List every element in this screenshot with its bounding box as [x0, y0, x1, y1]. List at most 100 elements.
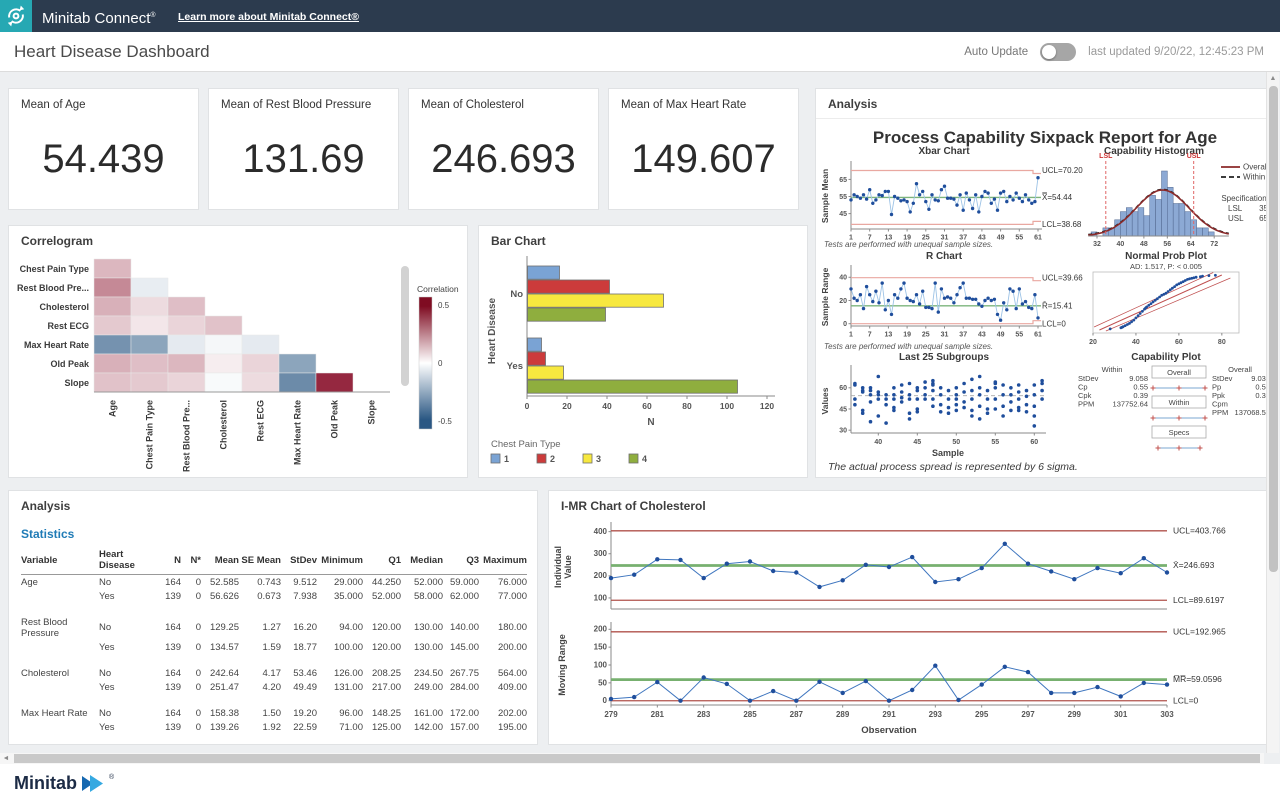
svg-text:USL: USL	[1228, 214, 1244, 223]
stat-cell: 0	[181, 615, 201, 640]
svg-text:UCL=39.66: UCL=39.66	[1042, 273, 1083, 282]
stat-cell: 0	[181, 575, 201, 590]
svg-text:Overall: Overall	[1228, 365, 1252, 374]
footer-brand-text: Minitab	[14, 773, 77, 794]
minitab-arrow-icon	[82, 775, 104, 792]
kpi-value: 246.693	[409, 137, 598, 182]
svg-text:Value: Value	[563, 555, 573, 579]
svg-text:LSL: LSL	[1099, 153, 1113, 160]
minitab-footer-logo: Minitab ®	[14, 773, 114, 794]
table-row: Yes1390134.571.5918.77100.00120.00130.00…	[21, 640, 527, 654]
stat-cell: 58.000	[401, 589, 443, 603]
stat-cell: 77.000	[479, 589, 527, 603]
svg-text:150: 150	[594, 643, 608, 652]
svg-text:55: 55	[1015, 332, 1023, 339]
svg-text:UCL=70.20: UCL=70.20	[1042, 166, 1083, 175]
panel-title: Bar Chart	[491, 234, 546, 248]
svg-text:299: 299	[1068, 710, 1082, 719]
auto-update-toggle[interactable]	[1040, 43, 1076, 61]
header-controls: Auto Update last updated 9/20/22, 12:45:…	[964, 32, 1264, 72]
stat-cell: 0	[181, 720, 201, 734]
stat-cell: 35.000	[317, 589, 363, 603]
stat-cell: 139.26	[201, 720, 239, 734]
svg-text:80: 80	[1218, 339, 1226, 346]
kpi-label: Mean of Max Heart Rate	[621, 99, 746, 111]
registered-mark: ®	[150, 12, 155, 19]
learn-more-link[interactable]: Learn more about Minitab Connect®	[178, 0, 359, 32]
process-capability-sixpack-chart: Process Capability Sixpack Report for Ag…	[816, 119, 1274, 477]
svg-text:No: No	[510, 289, 523, 300]
svg-text:Observation: Observation	[861, 725, 917, 736]
svg-text:X̿=54.44: X̿=54.44	[1042, 193, 1073, 202]
svg-text:297: 297	[1021, 710, 1035, 719]
svg-text:Correlation: Correlation	[417, 284, 459, 294]
stat-variable: Age	[21, 575, 99, 590]
scroll-left-arrow-icon[interactable]: ◄	[0, 753, 12, 764]
imr-chart-panel: I-MR Chart of Cholesterol 100200300400UC…	[548, 490, 1272, 745]
stat-cell: No	[99, 575, 157, 590]
svg-text:32: 32	[1093, 241, 1101, 248]
vertical-scroll-thumb[interactable]	[1269, 86, 1278, 572]
horizontal-scrollbar[interactable]: ◄	[0, 753, 1264, 764]
svg-text:65: 65	[839, 177, 847, 184]
spacer-row	[21, 654, 527, 666]
correlogram-svg: Chest Pain TypeRest Blood Pre...Choleste…	[9, 252, 469, 479]
panel-title: I-MR Chart of Cholesterol	[561, 499, 706, 513]
stat-cell: 29.000	[317, 575, 363, 590]
stat-cell: 49.49	[281, 680, 317, 694]
svg-text:137752.64: 137752.64	[1113, 400, 1148, 409]
svg-text:Moving Range: Moving Range	[557, 634, 567, 696]
registered-mark: ®	[109, 774, 114, 781]
stat-cell: 1.27	[239, 615, 281, 640]
stats-col-header: Variable	[21, 547, 99, 575]
svg-text:0.5: 0.5	[438, 301, 450, 310]
kpi-label: Mean of Age	[21, 99, 86, 111]
stat-cell: 139	[157, 720, 181, 734]
stat-cell: 164	[157, 615, 181, 640]
kpi-card-mean-rest-bp: Mean of Rest Blood Pressure 131.69	[208, 88, 399, 210]
svg-text:0: 0	[525, 401, 530, 411]
stat-cell: 164	[157, 575, 181, 590]
stat-cell: 134.57	[201, 640, 239, 654]
svg-text:291: 291	[882, 710, 896, 719]
svg-text:40: 40	[839, 275, 847, 282]
vertical-scrollbar[interactable]: ▲	[1266, 72, 1279, 753]
minitab-connect-logo[interactable]	[0, 0, 32, 32]
svg-text:USL: USL	[1187, 153, 1202, 160]
stat-cell: 140.00	[443, 615, 479, 640]
svg-text:48: 48	[1140, 241, 1148, 248]
stat-cell: 249.00	[401, 680, 443, 694]
svg-text:49: 49	[997, 235, 1005, 242]
svg-text:20: 20	[1089, 339, 1097, 346]
svg-text:60: 60	[1175, 339, 1183, 346]
svg-text:283: 283	[697, 710, 711, 719]
svg-text:45: 45	[839, 211, 847, 218]
svg-text:279: 279	[604, 710, 618, 719]
page-title: Heart Disease Dashboard	[14, 32, 210, 72]
svg-text:100: 100	[720, 401, 734, 411]
svg-text:R Chart: R Chart	[926, 251, 963, 262]
svg-text:61: 61	[1034, 332, 1042, 339]
stat-cell: 76.000	[479, 575, 527, 590]
stat-cell: 100.00	[317, 640, 363, 654]
stat-cell: 217.00	[363, 680, 401, 694]
stat-variable: Max Heart Rate	[21, 706, 99, 720]
stat-cell: 4.17	[239, 666, 281, 680]
horizontal-scroll-thumb[interactable]	[14, 754, 1260, 763]
svg-text:LCL=89.6197: LCL=89.6197	[1173, 595, 1225, 605]
stat-cell: Yes	[99, 589, 157, 603]
svg-text:37: 37	[959, 332, 967, 339]
stat-cell: 161.00	[401, 706, 443, 720]
svg-text:55: 55	[991, 439, 999, 446]
svg-text:40: 40	[1132, 339, 1140, 346]
kpi-value: 149.607	[609, 137, 798, 182]
svg-text:Values: Values	[820, 387, 830, 414]
svg-text:AD: 1.517, P: < 0.005: AD: 1.517, P: < 0.005	[1130, 262, 1202, 271]
kpi-label: Mean of Rest Blood Pressure	[221, 99, 371, 111]
svg-text:R̄=15.41: R̄=15.41	[1042, 301, 1073, 310]
stat-cell: 208.25	[363, 666, 401, 680]
toggle-knob	[1042, 45, 1056, 59]
scroll-up-arrow-icon[interactable]: ▲	[1267, 72, 1279, 85]
stat-cell: 409.00	[479, 680, 527, 694]
svg-text:-0.5: -0.5	[438, 417, 452, 426]
